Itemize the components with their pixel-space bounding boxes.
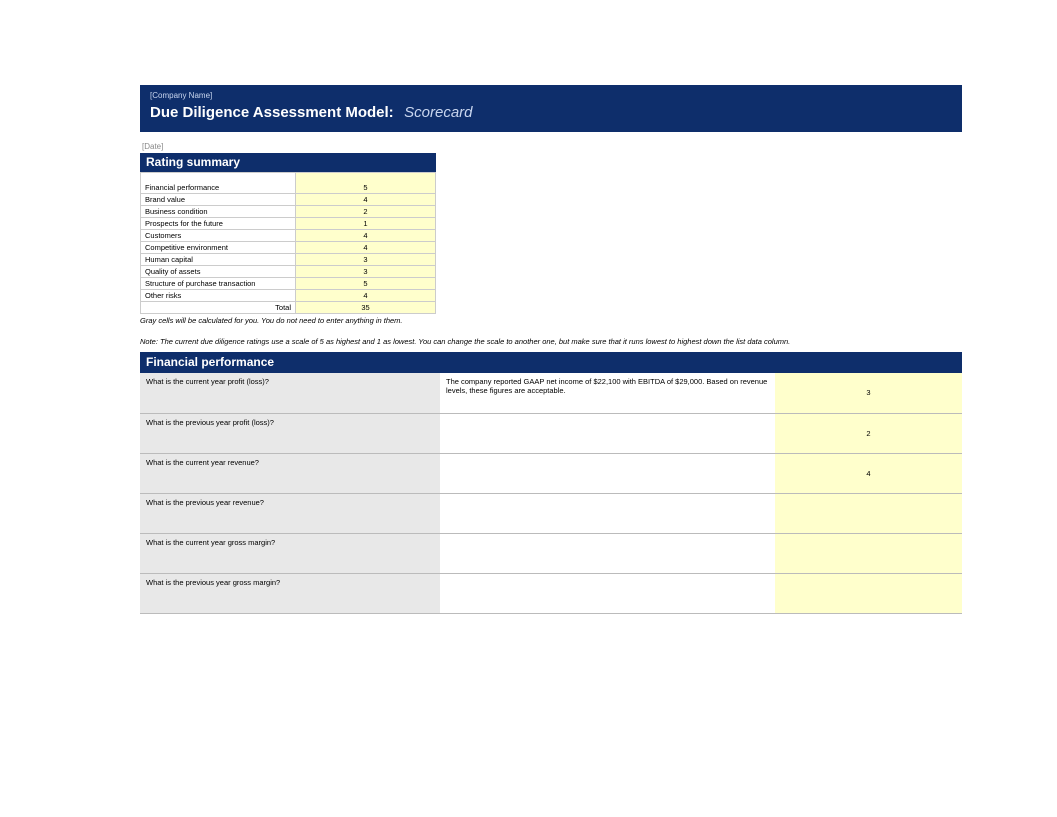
summary-value[interactable]: 5 — [296, 173, 436, 194]
question-cell: What is the current year gross margin? — [140, 533, 440, 573]
answer-cell[interactable] — [440, 453, 775, 493]
summary-label: Human capital — [141, 254, 296, 266]
company-name: [Company Name] — [150, 91, 952, 100]
answer-cell[interactable] — [440, 413, 775, 453]
summary-label: Competitive environment — [141, 242, 296, 254]
summary-label: Brand value — [141, 194, 296, 206]
summary-value[interactable]: 4 — [296, 194, 436, 206]
summary-row: Brand value4 — [141, 194, 436, 206]
section-header: Financial performance — [140, 352, 962, 373]
summary-value[interactable]: 4 — [296, 230, 436, 242]
summary-row: Structure of purchase transaction5 — [141, 278, 436, 290]
rating-summary-header: Rating summary — [140, 153, 436, 172]
rating-cell[interactable]: 2 — [775, 413, 962, 453]
summary-row: Financial performance5 — [141, 173, 436, 194]
rating-summary: Rating summary Financial performance5 Br… — [140, 153, 436, 314]
summary-total-row: Total35 — [141, 302, 436, 314]
answer-cell[interactable]: The company reported GAAP net income of … — [440, 373, 775, 413]
summary-value[interactable]: 4 — [296, 290, 436, 302]
rating-cell[interactable] — [775, 533, 962, 573]
header-bar: [Company Name] Due Diligence Assessment … — [140, 85, 962, 132]
summary-row: Customers4 — [141, 230, 436, 242]
summary-row: Prospects for the future1 — [141, 218, 436, 230]
summary-label: Other risks — [141, 290, 296, 302]
summary-total-value: 35 — [296, 302, 436, 314]
summary-value[interactable]: 3 — [296, 266, 436, 278]
question-cell: What is the current year profit (loss)? — [140, 373, 440, 413]
question-cell: What is the previous year gross margin? — [140, 573, 440, 613]
summary-row: Human capital3 — [141, 254, 436, 266]
summary-row: Other risks4 — [141, 290, 436, 302]
scale-note: Note: The current due diligence ratings … — [140, 337, 962, 346]
question-cell: What is the current year revenue? — [140, 453, 440, 493]
rating-cell[interactable]: 3 — [775, 373, 962, 413]
detail-row: What is the previous year gross margin? — [140, 573, 962, 613]
summary-value[interactable]: 2 — [296, 206, 436, 218]
summary-label: Prospects for the future — [141, 218, 296, 230]
rating-cell[interactable] — [775, 573, 962, 613]
date-placeholder: [Date] — [142, 142, 962, 151]
summary-label: Quality of assets — [141, 266, 296, 278]
rating-cell[interactable]: 4 — [775, 453, 962, 493]
rating-cell[interactable] — [775, 493, 962, 533]
summary-row: Competitive environment4 — [141, 242, 436, 254]
summary-value[interactable]: 3 — [296, 254, 436, 266]
rating-summary-table: Financial performance5 Brand value4 Busi… — [140, 172, 436, 314]
detail-row: What is the current year gross margin? — [140, 533, 962, 573]
summary-total-label: Total — [141, 302, 296, 314]
summary-label: Structure of purchase transaction — [141, 278, 296, 290]
summary-label: Financial performance — [141, 173, 296, 194]
gray-cells-note: Gray cells will be calculated for you. Y… — [140, 316, 962, 325]
summary-row: Quality of assets3 — [141, 266, 436, 278]
answer-cell[interactable] — [440, 533, 775, 573]
summary-label: Business condition — [141, 206, 296, 218]
answer-cell[interactable] — [440, 493, 775, 533]
summary-value[interactable]: 4 — [296, 242, 436, 254]
title-row: Due Diligence Assessment Model: Scorecar… — [150, 104, 952, 122]
detail-row: What is the current year revenue? 4 — [140, 453, 962, 493]
summary-label: Customers — [141, 230, 296, 242]
title-subtitle: Scorecard — [404, 104, 472, 121]
question-cell: What is the previous year revenue? — [140, 493, 440, 533]
title-main: Due Diligence Assessment Model: — [150, 104, 394, 121]
answer-cell[interactable] — [440, 573, 775, 613]
summary-value[interactable]: 1 — [296, 218, 436, 230]
question-cell: What is the previous year profit (loss)? — [140, 413, 440, 453]
detail-table: What is the current year profit (loss)? … — [140, 373, 962, 614]
summary-row: Business condition2 — [141, 206, 436, 218]
detail-row: What is the current year profit (loss)? … — [140, 373, 962, 413]
summary-value[interactable]: 5 — [296, 278, 436, 290]
detail-row: What is the previous year revenue? — [140, 493, 962, 533]
detail-row: What is the previous year profit (loss)?… — [140, 413, 962, 453]
